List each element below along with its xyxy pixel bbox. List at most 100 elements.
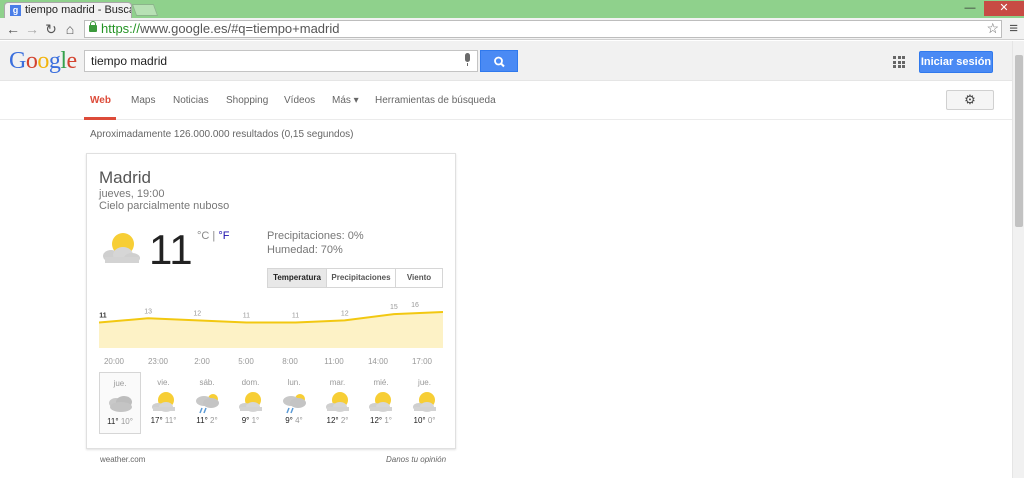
day-low: 1° — [251, 416, 260, 425]
hour-label: 8:00 — [282, 357, 298, 366]
weather-time: jueves, 19:00 — [99, 188, 165, 200]
tab-wind[interactable]: Viento — [396, 269, 442, 287]
partly-cloudy-icon — [238, 392, 262, 412]
forecast-day[interactable]: mar. 12° 2° — [317, 372, 359, 434]
active-tab-indicator — [84, 117, 116, 120]
forward-icon[interactable]: → — [23, 20, 41, 38]
search-button[interactable] — [480, 50, 518, 72]
menu-icon[interactable]: ≡ — [1009, 20, 1018, 37]
title-bar: g tiempo madrid - Buscar c — ❐ ✕ — [0, 0, 1024, 18]
temperature-label: 16 — [411, 302, 419, 309]
google-logo[interactable]: Google — [9, 48, 77, 75]
tab-more[interactable]: Más ▾ — [332, 95, 359, 106]
browser-tab[interactable]: g tiempo madrid - Buscar c — [4, 2, 132, 18]
google-favicon-icon: g — [10, 5, 21, 16]
new-tab-button[interactable] — [131, 4, 159, 16]
tab-precipitation[interactable]: Precipitaciones — [327, 269, 396, 287]
day-temps: 9° 1° — [230, 416, 272, 425]
temperature-area — [99, 312, 443, 348]
temperature-label: 13 — [144, 308, 152, 315]
day-name: jue. — [113, 379, 127, 388]
day-temps: 11° 10° — [100, 417, 140, 426]
day-low: 11° — [164, 416, 177, 425]
tab-title: tiempo madrid - Buscar c — [25, 4, 131, 16]
lock-icon — [89, 21, 97, 32]
forecast-day[interactable]: mié. 12° 1° — [360, 372, 402, 434]
logo-letter: o — [37, 48, 49, 74]
partly-cloudy-icon — [412, 392, 436, 412]
unit-celsius[interactable]: °C — [197, 230, 209, 242]
temperature-label: 11 — [99, 313, 107, 320]
back-icon[interactable]: ← — [4, 20, 22, 38]
forecast-day[interactable]: dom. 9° 1° — [230, 372, 272, 434]
browser-toolbar: ← → ↻ ⌂ https://www.google.es/#q=tiempo+… — [0, 18, 1024, 40]
tab-videos[interactable]: Vídeos — [284, 95, 315, 106]
weather-source-link[interactable]: weather.com — [100, 455, 145, 464]
day-low: 2° — [340, 416, 349, 425]
result-stats: Aproximadamente 126.000.000 resultados (… — [90, 129, 354, 140]
search-input[interactable]: tiempo madrid — [84, 50, 478, 72]
temperature-units: °C | °F — [197, 230, 229, 242]
address-bar[interactable]: https://www.google.es/#q=tiempo+madrid ☆ — [84, 20, 1002, 38]
unit-separator: | — [209, 230, 219, 242]
day-high: 12° — [326, 416, 339, 425]
tab-shopping[interactable]: Shopping — [226, 95, 268, 106]
weather-tabs: Temperatura Precipitaciones Viento — [267, 268, 443, 288]
logo-letter: G — [9, 48, 26, 74]
url-scheme: https:// — [101, 21, 141, 36]
home-icon[interactable]: ⌂ — [61, 20, 79, 38]
day-name: dom. — [241, 378, 260, 387]
logo-letter: o — [25, 48, 38, 74]
day-low: 0° — [427, 416, 436, 425]
day-high: 9° — [285, 416, 293, 425]
search-tabs: Web Maps Noticias Shopping Vídeos Más ▾ … — [0, 82, 1012, 120]
search-icon — [494, 56, 505, 68]
tab-web[interactable]: Web — [90, 95, 111, 106]
forecast-day[interactable]: lun. 9° 4° — [273, 372, 315, 434]
temperature-label: 11 — [243, 313, 250, 320]
weather-card: Madrid jueves, 19:00 Cielo parcialmente … — [86, 153, 456, 449]
tab-news[interactable]: Noticias — [173, 95, 209, 106]
microphone-icon[interactable] — [462, 53, 472, 67]
hour-label: 11:00 — [324, 357, 344, 366]
scrollbar[interactable] — [1012, 41, 1024, 478]
partly-cloudy-icon — [369, 392, 392, 412]
signin-button[interactable]: Iniciar sesión — [919, 51, 993, 73]
rain-icon — [283, 394, 306, 414]
reload-icon[interactable]: ↻ — [42, 20, 60, 38]
scroll-thumb[interactable] — [1015, 55, 1023, 227]
unit-fahrenheit[interactable]: °F — [218, 230, 229, 242]
day-high: 11° — [107, 417, 119, 426]
day-name: mié. — [373, 378, 389, 387]
forecast-day[interactable]: sáb. 11° 2° — [186, 372, 228, 434]
logo-letter: e — [66, 48, 78, 74]
forecast-day[interactable]: jue. 10° 0° — [404, 372, 446, 434]
tab-search-tools[interactable]: Herramientas de búsqueda — [375, 95, 496, 106]
feedback-link[interactable]: Danos tu opinión — [386, 455, 446, 464]
partly-cloudy-icon — [151, 392, 175, 412]
tab-maps[interactable]: Maps — [131, 95, 155, 106]
gear-icon: ⚙ — [964, 92, 976, 107]
temperature-label: 15 — [390, 304, 398, 311]
day-temps: 10° 0° — [404, 416, 446, 425]
browser-window: g tiempo madrid - Buscar c — ❐ ✕ ← → ↻ ⌂… — [0, 0, 1024, 478]
google-header: Google tiempo madrid Iniciar sesión — [0, 41, 1012, 81]
settings-button[interactable]: ⚙ — [946, 90, 994, 110]
apps-grid-icon[interactable] — [893, 56, 905, 68]
hour-label: 14:00 — [367, 357, 389, 366]
weather-condition: Cielo parcialmente nuboso — [99, 200, 230, 212]
logo-letter: g — [48, 48, 61, 74]
partly-cloudy-icon — [325, 392, 349, 412]
day-low: 4° — [295, 416, 303, 425]
forecast-day[interactable]: jue. 11° 10° — [99, 372, 141, 434]
tab-temperature[interactable]: Temperatura — [268, 269, 327, 287]
day-high: 9° — [241, 416, 250, 425]
temperature-label: 12 — [341, 310, 349, 317]
hour-label: 5:00 — [238, 357, 254, 366]
bookmark-star-icon[interactable]: ☆ — [986, 20, 999, 36]
day-name: mar. — [329, 378, 346, 387]
day-high: 17° — [150, 416, 163, 425]
forecast-day[interactable]: vie. 17° 11° — [143, 372, 185, 434]
close-icon[interactable]: ✕ — [984, 1, 1024, 16]
temperature-chart: 11 13 12 11 11 12 15 16 — [99, 302, 443, 348]
